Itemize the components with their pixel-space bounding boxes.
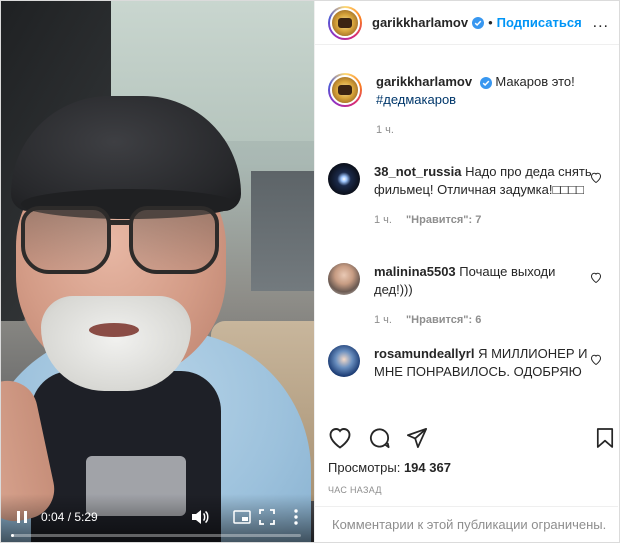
background-building (251, 171, 314, 291)
comment-username[interactable]: malinina5503 (374, 264, 456, 279)
video-timecode: 0:04 / 5:29 (41, 510, 98, 524)
share-icon[interactable] (406, 427, 428, 452)
post-actions (328, 427, 618, 453)
comment-icon[interactable] (368, 427, 391, 453)
bookmark-icon[interactable] (596, 427, 614, 452)
video-progress-bar[interactable] (11, 534, 301, 537)
sunglasses (21, 206, 221, 276)
verified-icon (472, 16, 485, 29)
avatar[interactable] (328, 263, 360, 295)
list-item: rosamundeallyrl Я МИЛЛИОНЕР И МНЕ ПОНРАВ… (328, 345, 592, 381)
header-separator: • (488, 15, 493, 30)
views-label: Просмотры: (328, 460, 401, 475)
caption-avatar[interactable] (328, 73, 362, 107)
list-item: 38_not_russia Надо про деда снять фильме… (328, 163, 592, 229)
video-controls: 0:04 / 5:29 (1, 494, 314, 542)
avatar[interactable] (328, 5, 362, 40)
caption-time: 1 ч. (376, 124, 394, 136)
comment-time: 1 ч. (374, 214, 392, 226)
comment-likes[interactable]: "Нравится": 7 (406, 211, 481, 229)
avatar[interactable] (328, 345, 360, 377)
views-value: 194 367 (403, 460, 451, 475)
right-lens (129, 206, 219, 274)
pause-icon[interactable] (11, 506, 33, 528)
more-vertical-icon[interactable] (285, 506, 307, 528)
comments-list: garikkharlamov Макаров это! #дедмакаров … (315, 61, 618, 416)
video-player[interactable]: 0:04 / 5:29 (1, 1, 314, 542)
follow-button[interactable]: Подписаться (497, 15, 582, 30)
header-username[interactable]: garikkharlamov (372, 15, 468, 30)
post-header: garikkharlamov • Подписаться ... (315, 1, 619, 45)
caption-username[interactable]: garikkharlamov (376, 74, 472, 89)
views-count: Просмотры: 194 367 (328, 460, 451, 475)
video-progress-fill (11, 534, 15, 537)
comment-username[interactable]: rosamundeallyrl (374, 346, 474, 361)
heart-icon[interactable] (328, 427, 352, 452)
heart-icon[interactable] (590, 171, 602, 186)
post-time: ЧАС НАЗАД (328, 485, 382, 495)
avatar[interactable] (328, 163, 360, 195)
pip-icon[interactable] (231, 506, 253, 528)
comment-time: 1 ч. (374, 314, 392, 326)
person-mouth (89, 323, 139, 337)
comments-limited-notice: Комментарии к этой публикации ограничены… (315, 506, 618, 542)
left-lens (21, 206, 111, 274)
volume-icon[interactable] (189, 506, 211, 528)
heart-icon[interactable] (590, 271, 602, 286)
caption-text: Макаров это! (495, 74, 575, 89)
caption-hashtag[interactable]: #дедмакаров (376, 92, 456, 107)
comment-username[interactable]: 38_not_russia (374, 164, 461, 179)
more-options-icon[interactable]: ... (593, 14, 609, 32)
fullscreen-icon[interactable] (256, 506, 278, 528)
comment-likes[interactable]: "Нравится": 6 (406, 311, 481, 329)
verified-icon (479, 76, 492, 89)
post-viewer: 0:04 / 5:29 garikkharlamov • Подписаться… (0, 0, 620, 543)
post-sidebar: garikkharlamov • Подписаться ... garikkh… (314, 1, 619, 542)
post-caption: garikkharlamov Макаров это! #дедмакаров … (328, 73, 594, 139)
list-item: malinina5503 Почаще выходи дед!))) 1 ч. … (328, 263, 592, 329)
heart-icon[interactable] (590, 353, 602, 368)
